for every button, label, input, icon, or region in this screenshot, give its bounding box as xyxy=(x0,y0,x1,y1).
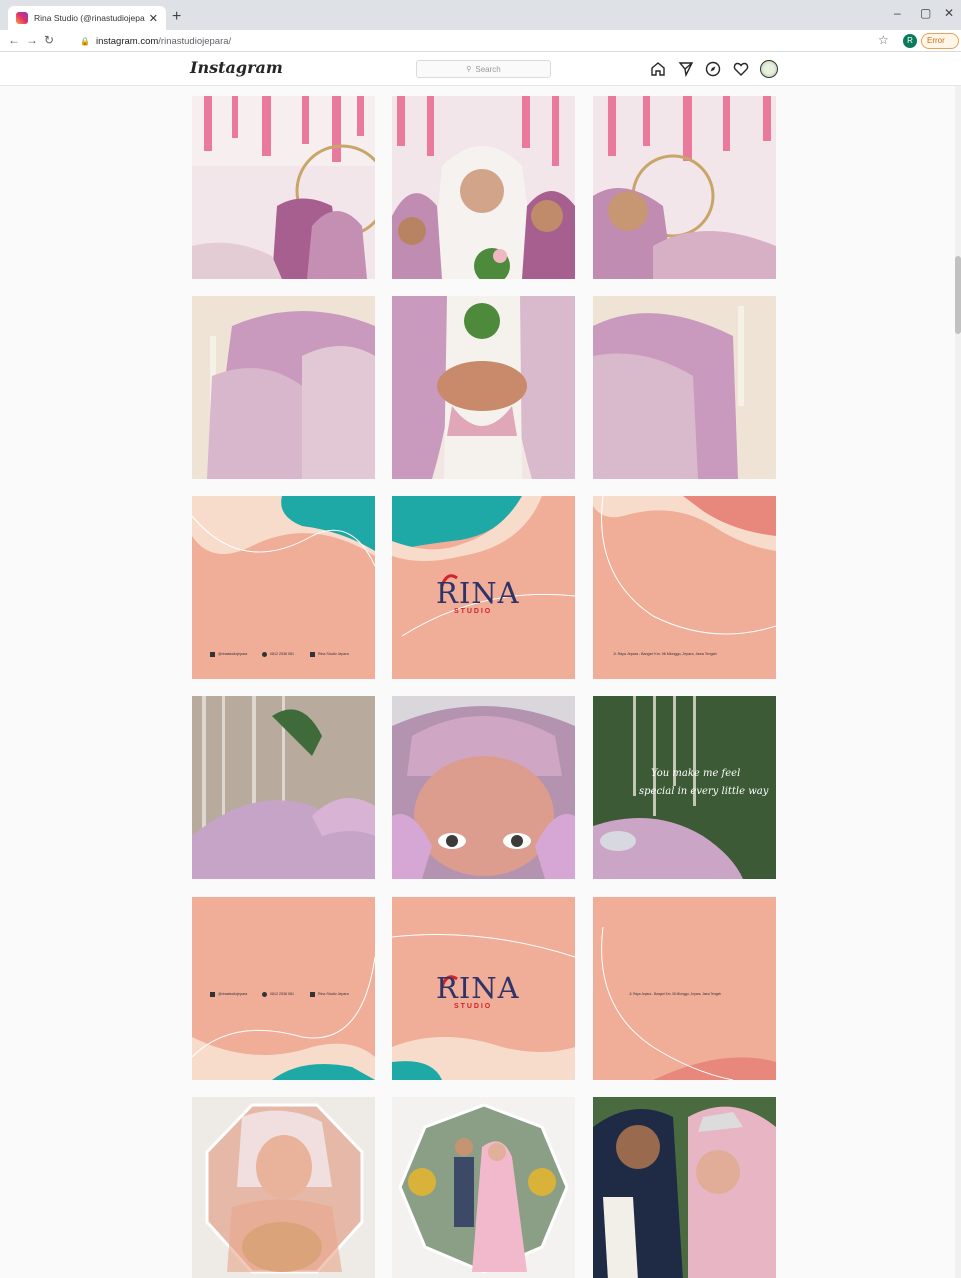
instagram-logo[interactable]: Instagram xyxy=(190,58,283,77)
minimize-icon[interactable]: – xyxy=(894,6,901,20)
page-scrollbar[interactable] xyxy=(955,86,961,1278)
address-bar-row: ← → ↻ 🔒 instagram.com/rinastudiojepara/ … xyxy=(0,30,961,52)
post-graphic-contact-bottom xyxy=(192,897,375,1080)
contact-facebook: Rina Studio Jepara xyxy=(318,992,349,996)
brand-logo-sub: S T U D I O xyxy=(454,608,491,615)
tab-title: Rina Studio (@rinastudiojepara) · I xyxy=(34,13,145,23)
lock-icon: 🔒 xyxy=(80,36,90,46)
contact-instagram: @rinastudiojepara xyxy=(218,652,248,656)
reload-icon[interactable]: ↻ xyxy=(44,33,54,47)
error-button[interactable]: Error xyxy=(921,33,959,49)
post-tile[interactable] xyxy=(593,1097,776,1278)
direct-icon[interactable] xyxy=(678,61,694,77)
quote-line-2: special in every little way xyxy=(639,786,769,797)
profile-avatar[interactable] xyxy=(760,60,778,78)
maximize-icon[interactable]: ▢ xyxy=(920,6,931,20)
post-tile[interactable] xyxy=(392,296,575,479)
post-photo-hands-left xyxy=(192,296,375,479)
post-tile[interactable]: RINA S T U D I O xyxy=(392,897,575,1080)
post-tile[interactable] xyxy=(392,696,575,879)
search-input[interactable]: ⚲ Search xyxy=(416,60,551,78)
url-host: instagram.com xyxy=(95,35,159,47)
url-path: /rinastudiojepara/ xyxy=(158,35,232,47)
post-tile[interactable]: RINA S T U D I O xyxy=(392,496,575,679)
instagram-header: Instagram ⚲ Search xyxy=(0,52,961,86)
home-icon[interactable] xyxy=(650,61,666,77)
post-photo-hands-center xyxy=(392,296,575,479)
post-tile[interactable]: Jl. Raya Jepara - Bangsri Km. 08 Mlonggo… xyxy=(593,897,776,1080)
forward-icon[interactable]: → xyxy=(26,33,38,47)
brand-logo-sub: S T U D I O xyxy=(454,1003,491,1010)
instagram-favicon-icon xyxy=(16,12,28,24)
post-tile[interactable] xyxy=(192,296,375,479)
url-field[interactable]: 🔒 instagram.com/rinastudiojepara/ xyxy=(80,32,860,50)
post-tile[interactable] xyxy=(392,96,575,279)
quote-line-1: You make me feel xyxy=(651,768,741,779)
post-tile[interactable]: Jl. Raya Jepara - Bangsri Km. 08 Mlonggo… xyxy=(593,496,776,679)
post-tile[interactable] xyxy=(593,96,776,279)
browser-tab-strip: Rina Studio (@rinastudiojepara) · I ✕ + … xyxy=(0,0,961,30)
browser-tab[interactable]: Rina Studio (@rinastudiojepara) · I ✕ xyxy=(8,6,166,30)
close-tab-icon[interactable]: ✕ xyxy=(149,12,158,25)
post-tile[interactable] xyxy=(192,96,375,279)
bookmark-star-icon[interactable]: ☆ xyxy=(878,33,889,47)
contact-facebook: Rina Studio Jepara xyxy=(318,652,349,656)
post-tile[interactable]: @rinastudiojepara 0812 2538 081 Rina Stu… xyxy=(192,897,375,1080)
contact-whatsapp: 0812 2538 081 xyxy=(270,652,294,656)
new-tab-icon[interactable]: + xyxy=(172,8,181,26)
brand-logo-name: RINA xyxy=(436,576,520,610)
post-photo-bridesmaids-right xyxy=(593,96,776,279)
post-photo-bride-eyes xyxy=(392,696,575,879)
back-icon[interactable]: ← xyxy=(8,33,20,47)
brand-logo-name: RINA xyxy=(436,971,520,1005)
post-tile[interactable]: You make me feel special in every little… xyxy=(593,696,776,879)
post-tile[interactable]: @rinastudiojepara 0812 2538 081 Rina Stu… xyxy=(192,496,375,679)
address-text: Jl. Raya Jepara - Bangsri Km. 08 Mlonggo… xyxy=(629,992,721,996)
search-placeholder: Search xyxy=(475,64,501,74)
contact-whatsapp: 0812 2538 081 xyxy=(270,992,294,996)
post-photo-bride-bouquet xyxy=(192,1097,375,1278)
post-photo-veil-left xyxy=(192,696,375,879)
explore-icon[interactable] xyxy=(705,61,721,77)
post-photo-hands-right xyxy=(593,296,776,479)
activity-icon[interactable] xyxy=(733,61,749,77)
post-tile[interactable] xyxy=(192,1097,375,1278)
profile-button[interactable]: R xyxy=(903,34,917,48)
post-photo-bride-center xyxy=(392,96,575,279)
search-icon: ⚲ xyxy=(466,66,472,73)
post-tile[interactable] xyxy=(593,296,776,479)
post-tile[interactable] xyxy=(192,696,375,879)
post-graphic-address-bottom xyxy=(593,897,776,1080)
scrollbar-thumb[interactable] xyxy=(955,256,961,334)
post-photo-couple-close xyxy=(593,1097,776,1278)
contact-instagram: @rinastudiojepara xyxy=(218,992,248,996)
close-window-icon[interactable]: ✕ xyxy=(944,6,954,20)
post-tile[interactable] xyxy=(392,1097,575,1278)
post-photo-bridesmaids-left xyxy=(192,96,375,279)
address-text: Jl. Raya Jepara - Bangsri Km. 08 Mlonggo… xyxy=(613,652,717,656)
post-photo-couple-frame xyxy=(392,1097,575,1278)
